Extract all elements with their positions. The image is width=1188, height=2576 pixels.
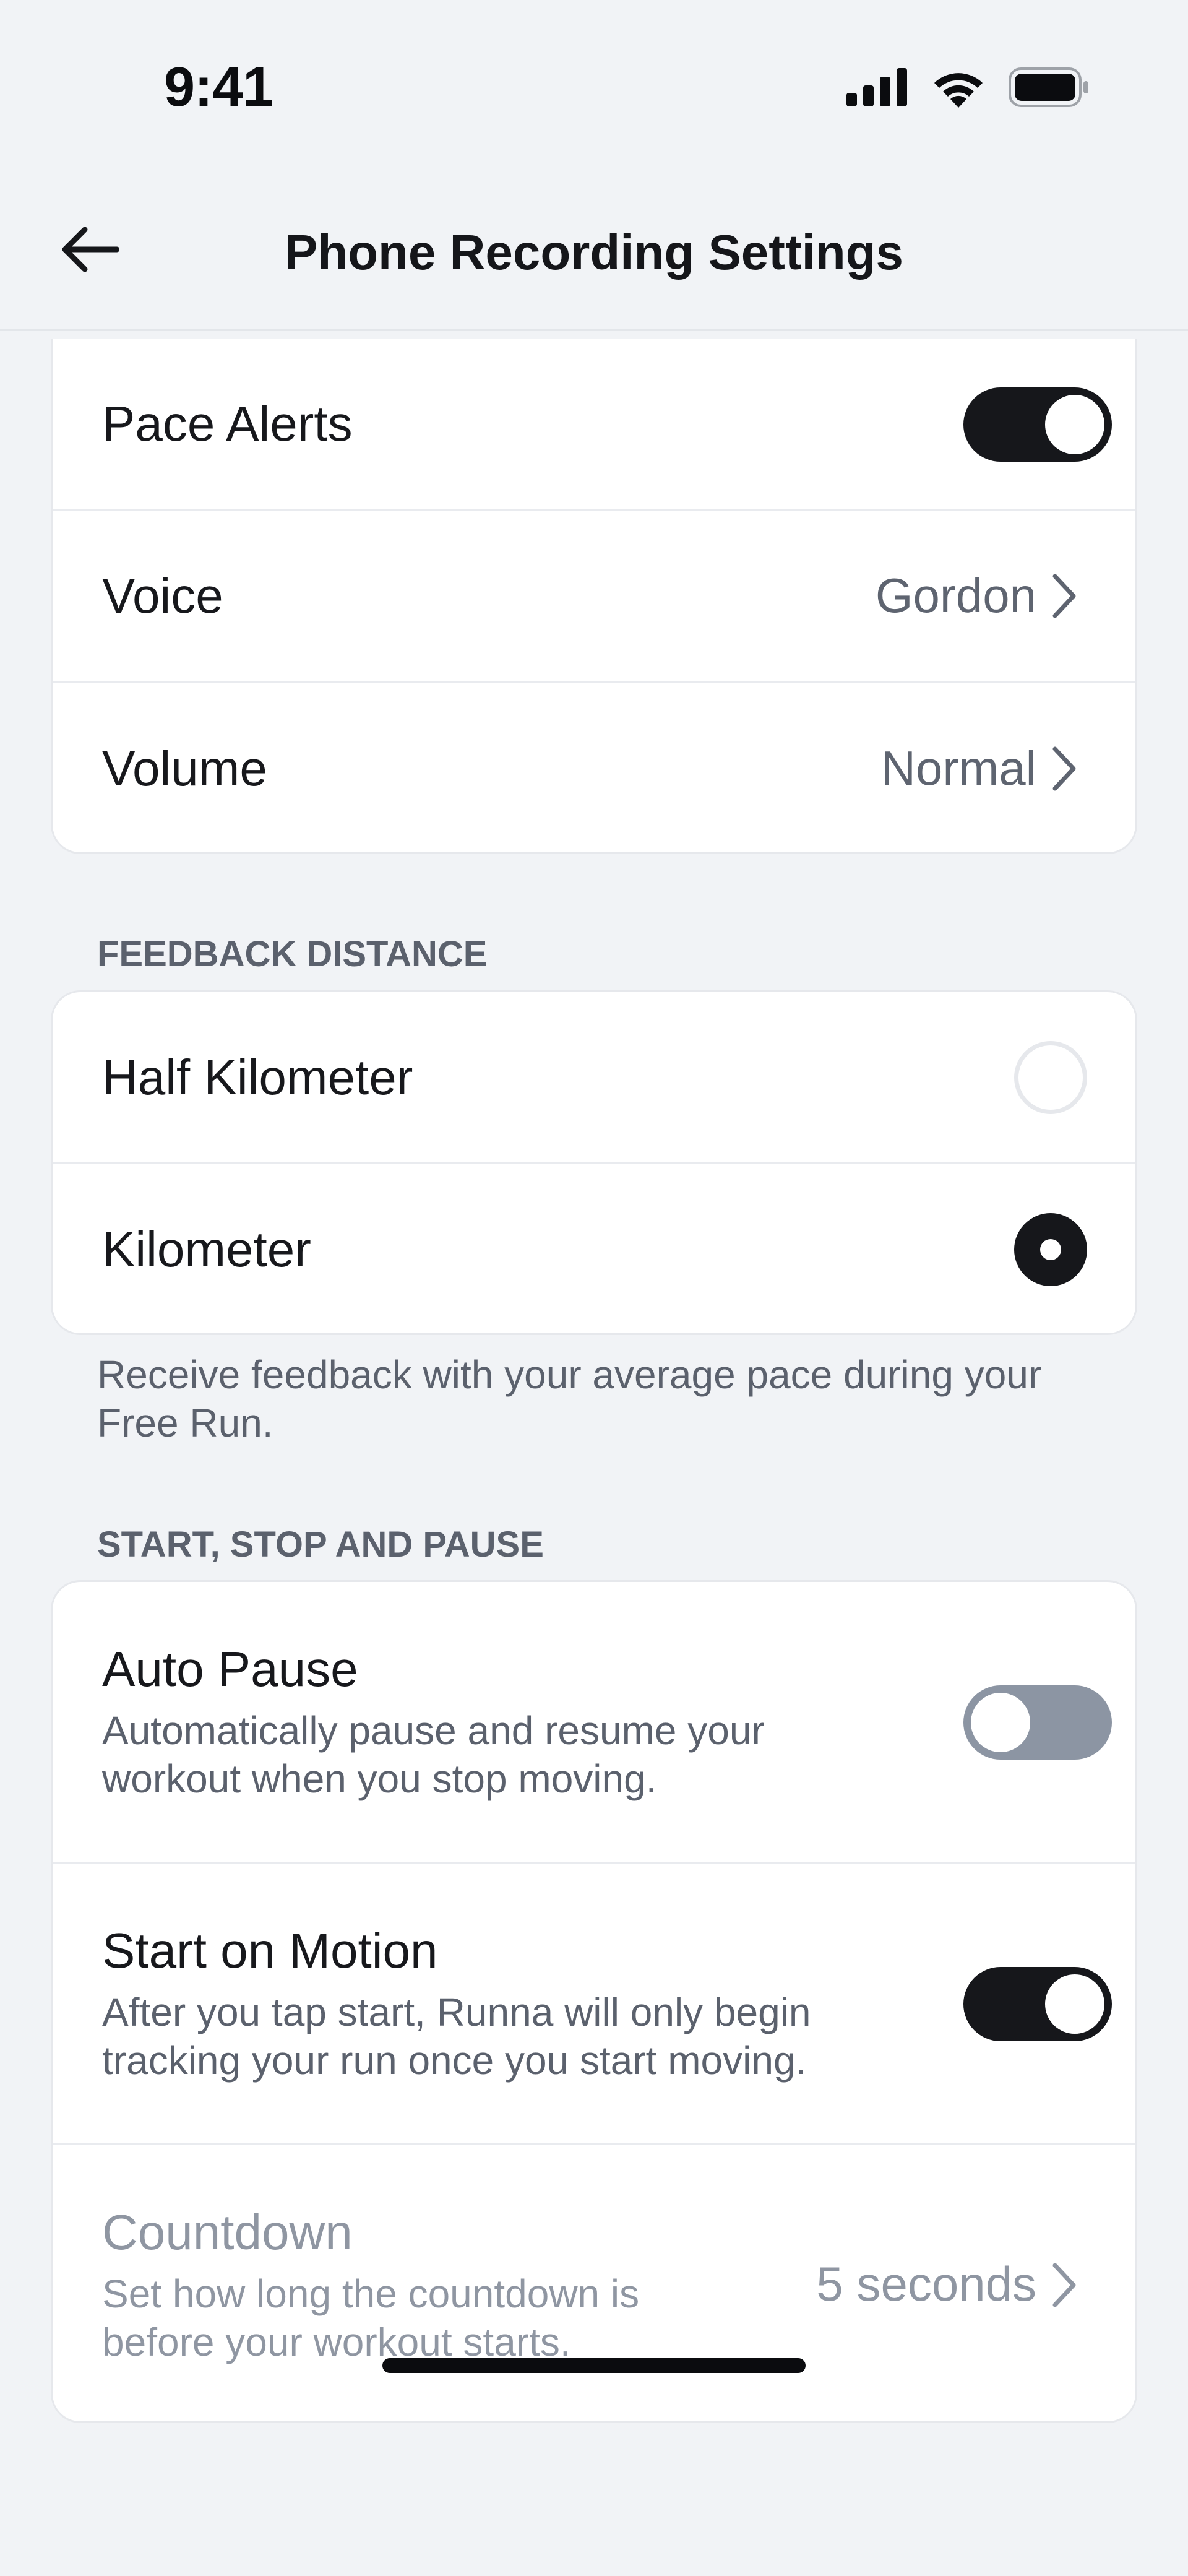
voice-row[interactable]: Voice Gordon (53, 511, 1135, 683)
countdown-description: Set how long the countdown is before you… (102, 2271, 640, 2364)
pace-alerts-toggle[interactable] (963, 387, 1112, 462)
start-on-motion-toggle[interactable] (963, 1967, 1112, 2041)
radio-kilometer[interactable] (1014, 1213, 1087, 1286)
pace-alerts-label: Pace Alerts (102, 396, 353, 451)
countdown-label: Countdown (102, 2204, 353, 2260)
chevron-right-icon (1049, 744, 1080, 793)
auto-pause-label: Auto Pause (102, 1641, 358, 1696)
page-title: Phone Recording Settings (284, 225, 904, 280)
auto-pause-description: Automatically pause and resume your work… (102, 1708, 765, 1801)
home-indicator (382, 2358, 806, 2373)
pace-alerts-row: Pace Alerts (53, 339, 1135, 511)
back-button[interactable] (56, 217, 124, 285)
arrow-left-icon (60, 225, 120, 277)
volume-row[interactable]: Volume Normal (53, 683, 1135, 852)
voice-label: Voice (102, 568, 223, 623)
start-stop-pause-card: Auto Pause Automatically pause and resum… (51, 1580, 1137, 2423)
cellular-signal-icon (846, 67, 908, 110)
status-bar: 9:41 (0, 0, 1188, 173)
toggle-knob (1045, 395, 1104, 454)
start-on-motion-row: Start on Motion After you tap start, Run… (53, 1864, 1135, 2145)
feedback-distance-footnote: Receive feedback with your average pace … (97, 1352, 1042, 1445)
section-header-start-stop-pause: START, STOP AND PAUSE (97, 1524, 544, 1565)
chevron-right-icon (1049, 2260, 1080, 2310)
auto-pause-toggle[interactable] (963, 1685, 1112, 1760)
countdown-value: 5 seconds (816, 2257, 1036, 2311)
auto-pause-row: Auto Pause Automatically pause and resum… (53, 1582, 1135, 1864)
radio-half-kilometer[interactable] (1014, 1040, 1087, 1114)
chevron-right-icon (1049, 571, 1080, 621)
countdown-row[interactable]: Countdown Set how long the countdown is … (53, 2145, 1135, 2421)
voice-value: Gordon (875, 568, 1036, 623)
volume-label: Volume (102, 740, 267, 796)
option-half-kilometer[interactable]: Half Kilometer (53, 992, 1135, 1164)
toggle-knob (971, 1693, 1030, 1752)
audio-settings-card: Pace Alerts Voice Gordon Volume Normal (51, 339, 1137, 854)
status-icons (846, 67, 1089, 110)
wifi-icon (931, 67, 986, 111)
section-header-feedback-distance: FEEDBACK DISTANCE (97, 934, 488, 974)
option-label: Half Kilometer (102, 1049, 413, 1105)
navigation-bar: Phone Recording Settings (0, 173, 1188, 331)
battery-icon (1009, 67, 1089, 110)
volume-value: Normal (880, 741, 1036, 795)
option-kilometer[interactable]: Kilometer (53, 1164, 1135, 1333)
toggle-knob (1045, 1974, 1104, 2034)
option-label: Kilometer (102, 1222, 311, 1277)
status-time: 9:41 (164, 56, 273, 118)
feedback-distance-card: Half Kilometer Kilometer (51, 990, 1137, 1335)
start-on-motion-description: After you tap start, Runna will only beg… (102, 1989, 811, 2083)
start-on-motion-label: Start on Motion (102, 1922, 438, 1978)
